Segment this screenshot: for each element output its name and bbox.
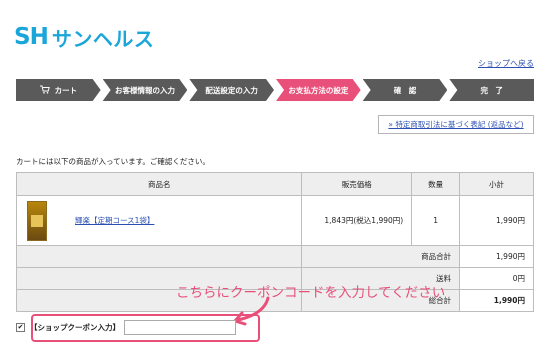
step-label: お支払方法の設定 [288,85,349,95]
step-payment: お支払方法の設定 [276,79,361,101]
logo-text: サンヘルス [51,26,155,51]
step-label: カート [54,85,78,95]
grand-total-value: 1,990円 [459,289,534,312]
header-item: 商品名 [15,172,303,196]
step-customer-info: お客様情報の入力 [103,79,188,101]
cart-intro-text: カートには以下の商品が入っています。ご確認ください。 [16,157,210,166]
coupon-label: 【ショップクーポン入力】 [30,323,120,332]
step-complete: 完 了 [449,79,535,101]
summary-row-item-total: 商品合計 1,990円 [15,245,534,268]
step-confirm: 確 認 [363,79,448,101]
logo-mark: SH [14,24,49,50]
header-qty: 数量 [411,172,461,196]
product-name-link[interactable]: 輝楽【定期コース1袋】 [75,215,154,226]
commercial-law-link[interactable]: » 特定商取引法に基づく表記 (返品など) [378,115,534,134]
coupon-input[interactable] [124,320,236,335]
item-qty: 1 [411,195,461,246]
item-price: 1,843円(税込1,990円) [301,195,413,246]
step-label: 確 認 [393,85,417,95]
checkout-steps: カート お客様情報の入力 配送設定の入力 お支払方法の設定 確 認 完 了 [16,79,535,101]
table-row: 輝楽【定期コース1袋】 1,843円(税込1,990円) 1 1,990円 [15,195,534,246]
step-label: 完 了 [480,85,503,95]
item-cell: 輝楽【定期コース1袋】 [15,195,303,246]
header-price: 販売価格 [301,172,413,196]
header-subtotal: 小計 [459,172,534,196]
product-image [27,200,47,241]
back-to-shop-link[interactable]: ショップへ戻る [478,58,534,69]
item-subtotal: 1,990円 [459,195,534,246]
step-label: お客様情報の入力 [115,85,175,95]
item-total-value: 1,990円 [459,245,534,268]
coupon-checkbox[interactable]: ✔ [16,323,25,332]
coupon-annotation: こちらにクーポンコードを入力してください [176,285,446,301]
shipping-value: 0円 [459,267,534,290]
cart-icon [40,85,50,96]
step-cart: カート [16,79,101,101]
coupon-row: ✔ 【ショップクーポン入力】 [16,320,236,335]
logo: SH サンヘルス [14,22,154,52]
step-label: 配送設定の入力 [205,85,258,95]
item-total-label: 商品合計 [301,245,461,268]
table-header-row: 商品名 販売価格 数量 小計 [15,172,534,196]
step-delivery: 配送設定の入力 [189,79,274,101]
